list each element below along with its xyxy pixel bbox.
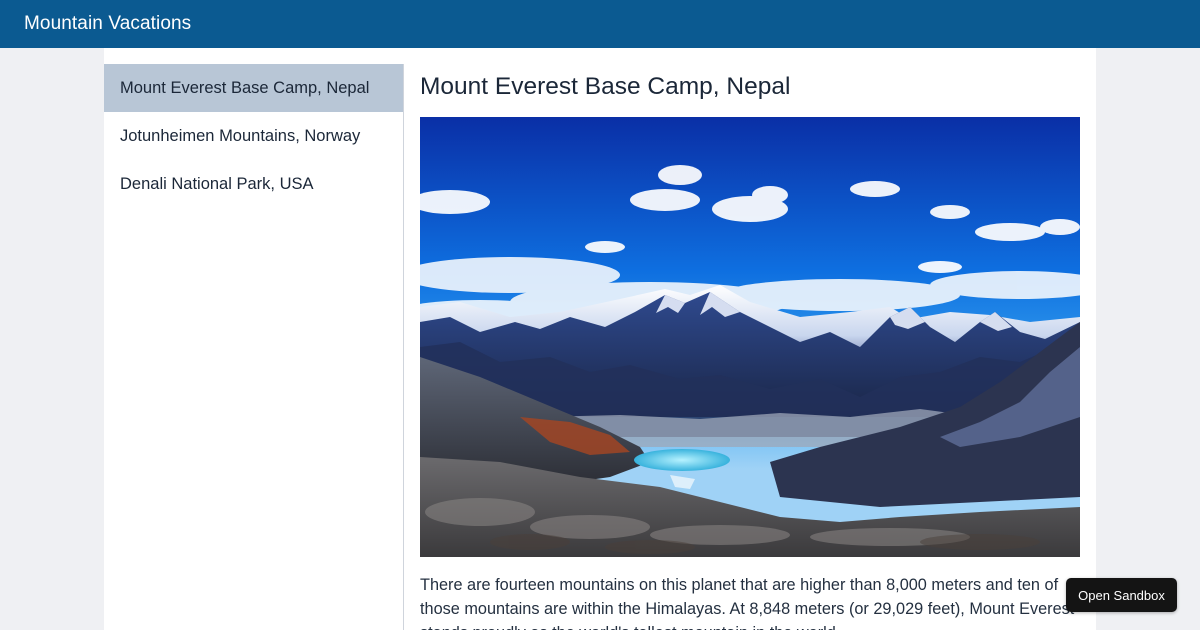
content-panel: Mount Everest Base Camp, Nepal There are… bbox=[420, 64, 1080, 630]
hero-image bbox=[420, 117, 1080, 557]
sidebar-item-denali[interactable]: Denali National Park, USA bbox=[104, 160, 403, 208]
mountain-landscape-image bbox=[420, 117, 1080, 557]
sidebar: Mount Everest Base Camp, Nepal Jotunheim… bbox=[104, 64, 404, 630]
top-header: Mountain Vacations bbox=[0, 0, 1200, 48]
open-sandbox-button[interactable]: Open Sandbox bbox=[1066, 578, 1177, 612]
description-text: There are fourteen mountains on this pla… bbox=[420, 576, 1075, 630]
page-title: Mount Everest Base Camp, Nepal bbox=[420, 73, 791, 100]
sidebar-item-label: Jotunheimen Mountains, Norway bbox=[120, 126, 361, 145]
sidebar-item-label: Denali National Park, USA bbox=[120, 174, 314, 193]
app-title: Mountain Vacations bbox=[24, 13, 192, 34]
sidebar-item-label: Mount Everest Base Camp, Nepal bbox=[120, 78, 370, 97]
sidebar-item-jotunheimen[interactable]: Jotunheimen Mountains, Norway bbox=[104, 112, 403, 160]
main-container: Mount Everest Base Camp, Nepal Jotunheim… bbox=[104, 48, 1096, 630]
sidebar-item-everest[interactable]: Mount Everest Base Camp, Nepal bbox=[104, 64, 403, 112]
